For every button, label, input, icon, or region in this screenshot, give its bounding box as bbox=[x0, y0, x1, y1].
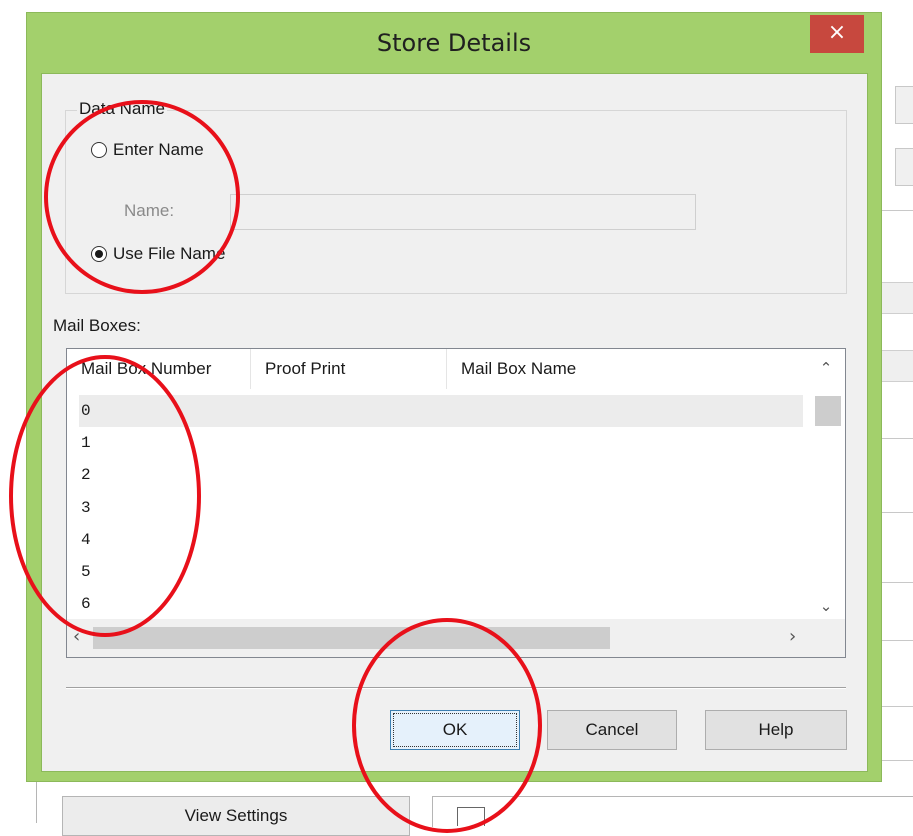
background-divider bbox=[880, 640, 913, 641]
chevron-left-icon[interactable]: ‹ bbox=[73, 626, 80, 647]
vertical-scrollbar[interactable]: ⌃ ⌄ bbox=[807, 349, 845, 617]
window-icon bbox=[457, 807, 485, 826]
background-divider bbox=[36, 780, 37, 823]
use-file-name-radio-button[interactable] bbox=[91, 246, 107, 262]
background-divider bbox=[880, 582, 913, 583]
use-file-name-radio[interactable]: Use File Name bbox=[91, 244, 225, 264]
name-field-label: Name: bbox=[124, 201, 175, 220]
enter-name-radio-button[interactable] bbox=[91, 142, 107, 158]
vertical-scroll-thumb[interactable] bbox=[815, 396, 841, 426]
cancel-button[interactable]: Cancel bbox=[547, 710, 677, 750]
list-body: 0 1 2 3 4 5 6 bbox=[79, 395, 803, 620]
data-name-group-legend: Data Name bbox=[77, 99, 167, 119]
list-header: Mail Box Number Proof Print Mail Box Nam… bbox=[67, 349, 805, 389]
chevron-right-icon[interactable]: › bbox=[789, 626, 796, 647]
focus-rectangle bbox=[393, 713, 517, 747]
mail-boxes-list[interactable]: Mail Box Number Proof Print Mail Box Nam… bbox=[66, 348, 846, 658]
background-divider bbox=[880, 438, 913, 439]
scrollbar-corner bbox=[807, 619, 845, 657]
list-row[interactable]: 5 bbox=[79, 556, 803, 588]
background-divider bbox=[880, 760, 913, 761]
background-button[interactable] bbox=[895, 86, 913, 124]
enter-name-label: Enter Name bbox=[113, 140, 204, 159]
title-bar[interactable]: Store Details × bbox=[27, 13, 881, 73]
chevron-down-icon[interactable]: ⌄ bbox=[807, 597, 845, 615]
store-details-dialog: Store Details × Data Name Enter Name Nam… bbox=[26, 12, 882, 782]
close-icon: × bbox=[827, 20, 847, 45]
chevron-up-icon[interactable]: ⌃ bbox=[807, 359, 845, 377]
background-icon-area bbox=[432, 796, 913, 827]
mail-boxes-label: Mail Boxes: bbox=[53, 316, 141, 335]
background-divider bbox=[880, 706, 913, 707]
horizontal-scrollbar[interactable]: ‹ › bbox=[67, 619, 807, 657]
help-button[interactable]: Help bbox=[705, 710, 847, 750]
list-row[interactable]: 0 bbox=[79, 395, 803, 428]
column-header-mail-box-name[interactable]: Mail Box Name bbox=[447, 349, 805, 389]
dialog-client-area: Data Name Enter Name Name: Use File Name… bbox=[41, 73, 868, 772]
list-row[interactable]: 2 bbox=[79, 459, 803, 491]
background-divider bbox=[880, 512, 913, 513]
list-row[interactable]: 4 bbox=[79, 524, 803, 556]
background-button[interactable] bbox=[895, 148, 913, 186]
background-band bbox=[880, 350, 913, 382]
background-divider bbox=[880, 210, 913, 211]
list-row[interactable]: 6 bbox=[79, 588, 803, 620]
ok-button[interactable]: OK bbox=[390, 710, 520, 750]
column-header-proof-print[interactable]: Proof Print bbox=[251, 349, 447, 389]
dialog-title: Store Details bbox=[376, 29, 532, 57]
name-field[interactable] bbox=[230, 194, 696, 230]
horizontal-scroll-thumb[interactable] bbox=[93, 627, 610, 649]
close-button[interactable]: × bbox=[810, 15, 864, 53]
view-settings-button[interactable]: View Settings bbox=[62, 796, 410, 836]
list-row[interactable]: 3 bbox=[79, 492, 803, 524]
list-row[interactable]: 1 bbox=[79, 427, 803, 459]
enter-name-radio[interactable]: Enter Name bbox=[91, 140, 204, 160]
background-band bbox=[880, 282, 913, 314]
separator bbox=[66, 687, 846, 689]
column-header-mail-box-number[interactable]: Mail Box Number bbox=[67, 349, 251, 389]
use-file-name-label: Use File Name bbox=[113, 244, 226, 263]
